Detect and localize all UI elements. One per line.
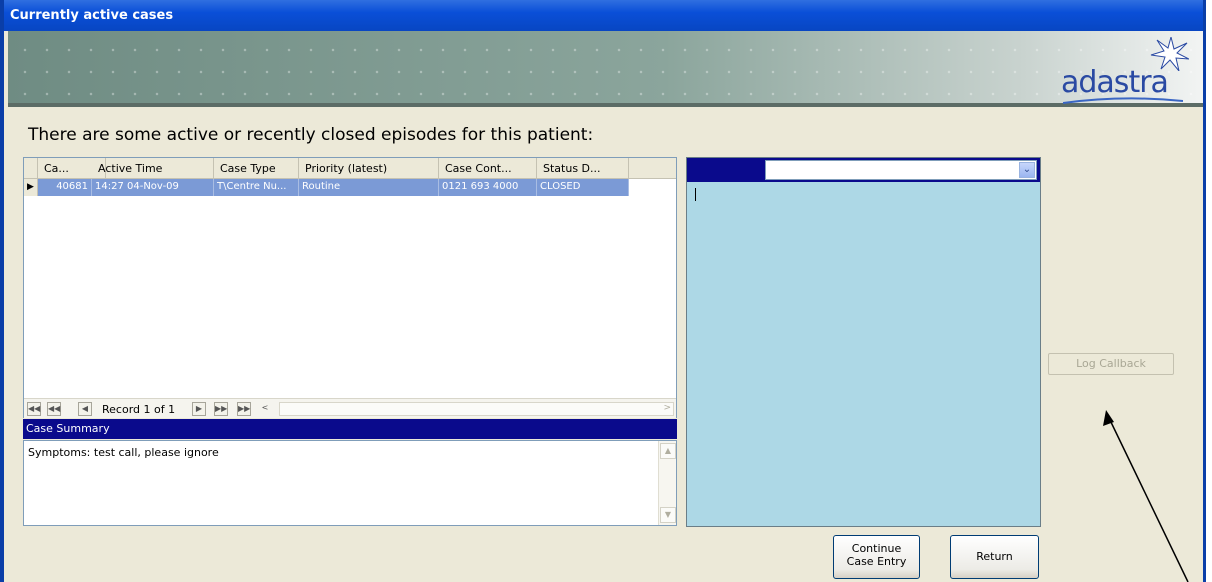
case-summary-text: Symptoms: test call, please ignore [28,446,219,459]
case-summary-box[interactable]: Symptoms: test call, please ignore ▲ ▼ [23,440,677,526]
next-record-icon[interactable]: ▶ [192,402,206,416]
case-summary-header: Case Summary [23,419,677,439]
continue-label-line2: Case Entry [846,555,907,568]
row-header-corner [24,158,38,179]
vertical-scrollbar[interactable]: ▲ ▼ [658,441,676,525]
scroll-down-icon[interactable]: ▼ [660,507,676,523]
log-callback-button[interactable]: Log Callback [1048,353,1174,375]
column-header-active-time[interactable]: Active Time [92,158,214,179]
table-row[interactable]: 40681 14:27 04-Nov-09 T\Centre Nu... Rou… [38,179,629,196]
cell-case-contact: 0121 693 4000 [439,179,537,196]
previous-record-icon[interactable]: ◀ [78,402,92,416]
window-title: Currently active cases [10,8,174,23]
notes-panel[interactable]: ⌄ [686,157,1041,527]
previous-page-icon[interactable]: ◀◀ [47,402,61,416]
cell-case-id: 40681 [38,179,92,196]
scroll-right-icon[interactable]: > [663,403,671,413]
currently-active-cases-window: Currently active cases adastra There are… [0,0,1206,582]
record-navigator: ◀◀ ◀◀ ◀ Record 1 of 1 ▶ ▶▶ ▶▶ < > [24,398,676,418]
logo-swoosh-icon [1063,97,1183,104]
chevron-down-icon[interactable]: ⌄ [1019,162,1035,178]
cell-case-type: T\Centre Nu... [214,179,299,196]
annotation-arrow [1103,410,1189,582]
scroll-left-icon[interactable]: < [258,402,272,416]
column-header-priority[interactable]: Priority (latest) [299,158,439,179]
column-header-status[interactable]: Status D... [537,158,629,179]
continue-case-entry-button[interactable]: Continue Case Entry [833,535,920,579]
header-banner: adastra [8,31,1203,107]
continue-label-line1: Continue [851,542,902,555]
cell-status: CLOSED [537,179,629,196]
column-header-case-type[interactable]: Case Type [214,158,299,179]
notes-dropdown[interactable]: ⌄ [765,160,1037,180]
adastra-logo: adastra [1061,37,1189,104]
grid-header: Ca... Active Time Case Type Priority (la… [24,158,676,179]
cell-active-time: 14:27 04-Nov-09 [92,179,214,196]
column-header-case-contact[interactable]: Case Cont... [439,158,537,179]
next-page-icon[interactable]: ▶▶ [214,402,228,416]
current-row-indicator-icon: ▶ [24,179,38,196]
title-bar[interactable]: Currently active cases [4,0,1203,31]
return-button[interactable]: Return [950,535,1039,579]
text-caret [695,188,696,201]
notes-header: ⌄ [687,158,1040,182]
first-page-icon[interactable]: ◀◀ [27,402,41,416]
page-heading: There are some active or recently closed… [28,125,594,145]
cell-priority: Routine [299,179,439,196]
logo-wordmark: adastra [1061,65,1169,100]
last-page-icon[interactable]: ▶▶ [237,402,251,416]
scroll-up-icon[interactable]: ▲ [660,443,676,459]
cases-grid[interactable]: Ca... Active Time Case Type Priority (la… [23,157,677,418]
horizontal-scrollbar[interactable]: > [279,402,674,416]
record-counter: Record 1 of 1 [102,403,176,416]
